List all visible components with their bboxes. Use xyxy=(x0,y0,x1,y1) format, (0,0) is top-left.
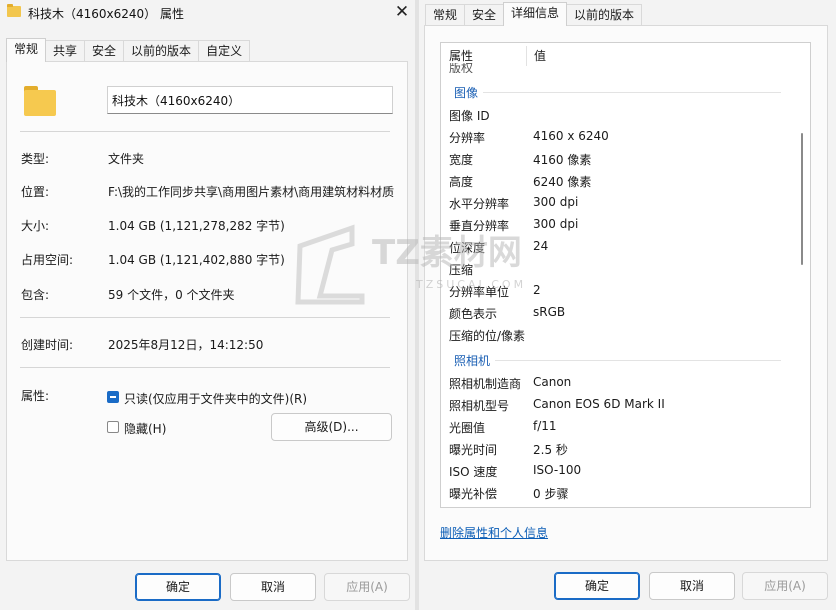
watermark: TZ素材网 TZSUCAI.COM xyxy=(295,224,526,305)
disk-size-label: 占用空间: xyxy=(21,253,74,267)
watermark-url: TZSUCAI.COM xyxy=(415,278,526,291)
detail-key: 曝光补偿 xyxy=(449,487,498,501)
contains-label: 包含: xyxy=(21,288,50,302)
cancel-button[interactable]: 取消 xyxy=(230,573,316,601)
detail-key: 照相机制造商 xyxy=(449,377,522,391)
apply-button: 应用(A) xyxy=(324,573,410,601)
divider xyxy=(20,131,390,132)
detail-value: 300 dpi xyxy=(533,195,579,209)
location-label: 位置: xyxy=(21,185,50,199)
tab-bar: 常规 共享 安全 以前的版本 自定义 xyxy=(6,38,251,62)
hidden-checkbox[interactable] xyxy=(107,421,119,433)
detail-value: 0 步骤 xyxy=(533,487,569,501)
vertical-scrollbar[interactable] xyxy=(801,133,803,265)
tab-security[interactable]: 安全 xyxy=(464,4,505,26)
tab-general[interactable]: 常规 xyxy=(6,38,47,62)
detail-value: 2.5 秒 xyxy=(533,443,568,457)
tab-general[interactable]: 常规 xyxy=(425,4,466,26)
ok-button[interactable]: 确定 xyxy=(554,572,640,600)
folder-icon xyxy=(7,4,21,17)
detail-key: 照相机型号 xyxy=(449,399,510,413)
folder-name-input[interactable] xyxy=(107,86,393,114)
attributes-label: 属性: xyxy=(21,389,50,403)
location-value: F:\我的工作同步共享\商用图片素材\商用建筑材料材质 xyxy=(108,185,395,199)
tab-security[interactable]: 安全 xyxy=(84,40,125,62)
type-value: 文件夹 xyxy=(108,152,145,166)
detail-key: ISO 速度 xyxy=(449,465,498,479)
type-label: 类型: xyxy=(21,152,50,166)
tab-previous-versions[interactable]: 以前的版本 xyxy=(123,40,200,62)
size-value: 1.04 GB (1,121,278,282 字节) xyxy=(108,219,285,233)
section-divider xyxy=(495,360,781,361)
window-title: 科技木（4160x6240） 属性 xyxy=(28,7,184,21)
contains-value: 59 个文件，0 个文件夹 xyxy=(108,288,235,302)
column-divider[interactable] xyxy=(526,46,527,66)
divider xyxy=(20,367,390,368)
tab-customize[interactable]: 自定义 xyxy=(198,40,251,62)
detail-key: 高度 xyxy=(449,175,474,189)
advanced-button[interactable]: 高级(D)... xyxy=(271,413,392,441)
created-label: 创建时间: xyxy=(21,338,74,352)
tab-sharing[interactable]: 共享 xyxy=(45,40,86,62)
detail-key: 宽度 xyxy=(449,153,474,167)
apply-button: 应用(A) xyxy=(742,572,828,600)
ok-button[interactable]: 确定 xyxy=(135,573,221,601)
tab-bar-right: 常规 安全 详细信息 以前的版本 xyxy=(425,2,643,26)
detail-key: 水平分辨率 xyxy=(449,197,510,211)
tab-previous-versions[interactable]: 以前的版本 xyxy=(566,4,643,26)
section-camera: 照相机 xyxy=(454,354,491,368)
watermark-logo-mark xyxy=(295,224,365,305)
size-label: 大小: xyxy=(21,219,50,233)
watermark-brand: TZ素材网 xyxy=(372,233,522,273)
detail-key: 光圈值 xyxy=(449,421,486,435)
readonly-checkbox[interactable] xyxy=(107,391,119,403)
detail-key: 分辨率 xyxy=(449,131,486,145)
hidden-label: 隐藏(H) xyxy=(124,422,167,436)
detail-value: 6240 像素 xyxy=(533,175,592,189)
column-header-value[interactable]: 值 xyxy=(534,43,546,69)
detail-key: 图像 ID xyxy=(449,109,490,123)
partial-row: 版权 xyxy=(449,63,474,73)
tab-details[interactable]: 详细信息 xyxy=(503,2,568,26)
detail-value: f/11 xyxy=(533,419,557,433)
detail-value: Canon EOS 6D Mark II xyxy=(533,397,665,411)
detail-value: Canon xyxy=(533,375,572,389)
disk-size-value: 1.04 GB (1,121,402,880 字节) xyxy=(108,253,285,267)
title-bar: 科技木（4160x6240） 属性 ✕ xyxy=(0,0,416,26)
detail-key: 曝光时间 xyxy=(449,443,498,457)
detail-value: 4160 像素 xyxy=(533,153,592,167)
detail-value: ISO-100 xyxy=(533,463,582,477)
detail-key: 压缩的位/像素 xyxy=(449,329,526,343)
folder-icon-large xyxy=(24,84,56,116)
detail-value: 4160 x 6240 xyxy=(533,129,609,143)
readonly-label: 只读(仅应用于文件夹中的文件)(R) xyxy=(124,392,308,406)
close-icon[interactable]: ✕ xyxy=(392,2,412,22)
created-value: 2025年8月12日，14:12:50 xyxy=(108,338,264,352)
cancel-button[interactable]: 取消 xyxy=(649,572,735,600)
section-divider xyxy=(483,92,781,93)
remove-properties-link[interactable]: 删除属性和个人信息 xyxy=(440,524,548,541)
section-image: 图像 xyxy=(454,86,479,100)
